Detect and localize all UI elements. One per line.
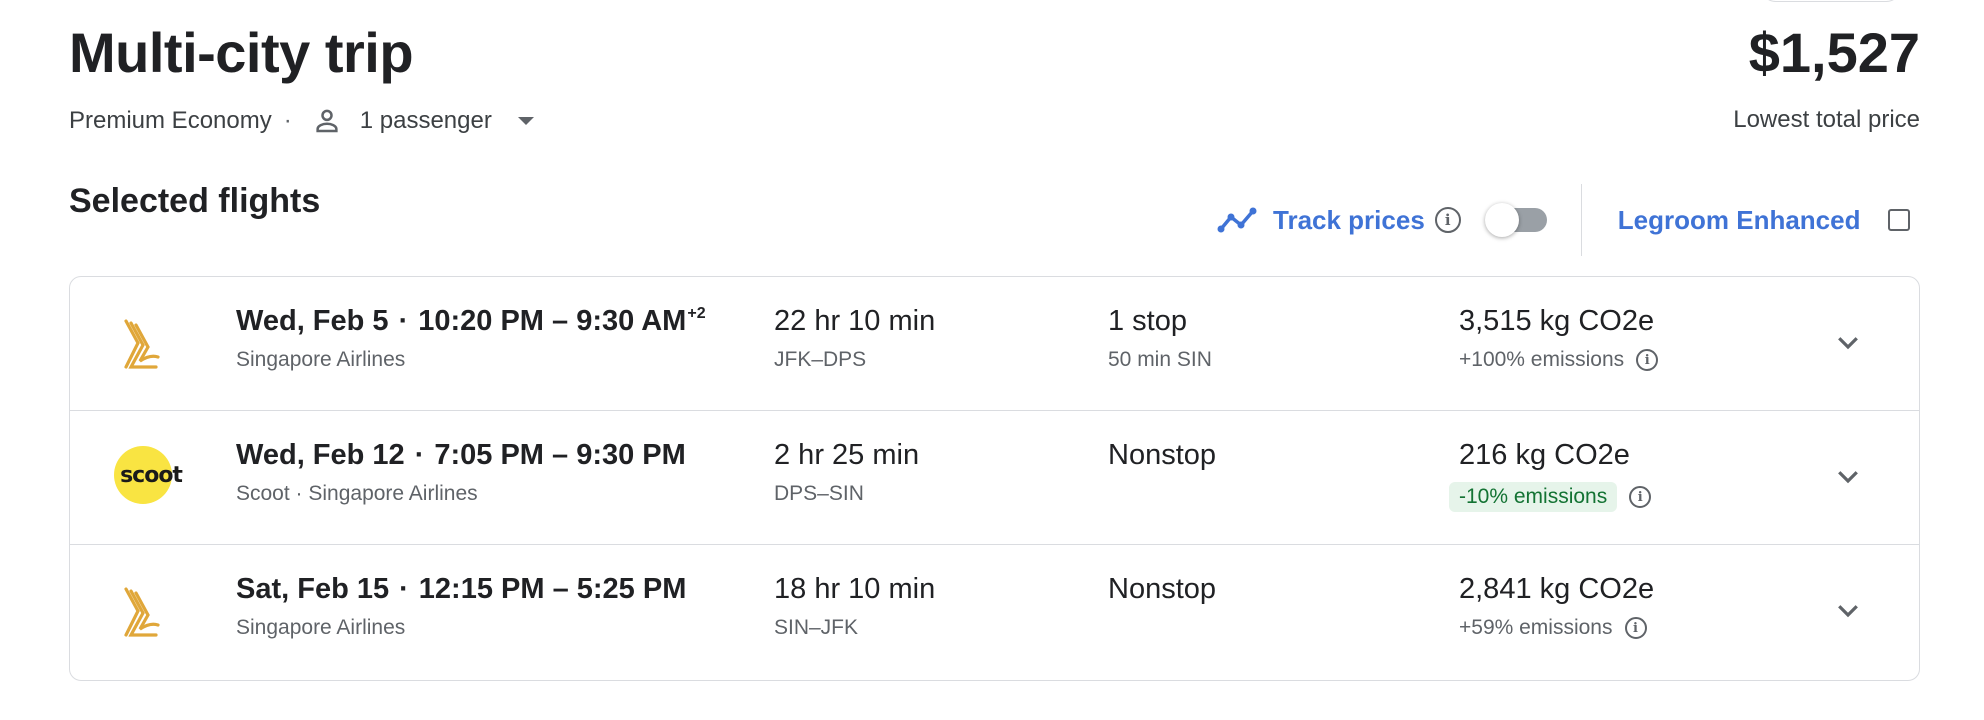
emissions-col: 2,841 kg CO2e +59% emissions i <box>1459 573 1654 640</box>
emissions-delta-wrap: -10% emissions i <box>1449 482 1652 512</box>
cabin-class: Premium Economy <box>69 107 272 134</box>
toggle-knob <box>1484 203 1519 237</box>
page: Multi-city trip Premium Economy · 1 pass… <box>0 0 1984 720</box>
separator-dot: · <box>283 107 292 134</box>
flight-duration: 22 hr 10 min <box>774 305 936 337</box>
person-icon <box>316 109 338 133</box>
flight-row[interactable]: Sat, Feb 15 · 12:15 PM – 5:25 PM Singapore… <box>70 545 1919 680</box>
flight-time-col: Wed, Feb 12 · 7:05 PM – 9:30 PM Scoot · Si… <box>236 439 686 506</box>
flight-time-col: Wed, Feb 5 · 10:20 PM – 9:30 AM+2 Singapor… <box>236 305 706 372</box>
flight-duration: 18 hr 10 min <box>774 573 936 605</box>
total-price: $1,527 <box>1748 21 1920 84</box>
scoot-logo-icon: scoot <box>114 446 183 504</box>
flight-row[interactable]: scoot Wed, Feb 12 · 7:05 PM – 9:30 PM Scoo… <box>70 411 1919 545</box>
flight-time-col: Sat, Feb 15 · 12:15 PM – 5:25 PM Singapore… <box>236 573 686 640</box>
dropdown-caret-icon <box>517 117 534 125</box>
emissions-col: 216 kg CO2e -10% emissions i <box>1449 439 1652 512</box>
stops-col: 1 stop 50 min SIN <box>1108 305 1212 372</box>
duration-col: 18 hr 10 min SIN–JFK <box>774 573 935 640</box>
info-icon[interactable]: i <box>1636 349 1659 371</box>
track-prices-label[interactable]: Track prices <box>1273 205 1425 236</box>
info-icon[interactable]: i <box>1629 486 1652 508</box>
flight-stops: Nonstop <box>1108 573 1217 605</box>
layover-info: 50 min SIN <box>1108 348 1212 371</box>
separator-dot: · <box>399 573 409 605</box>
emissions-delta-wrap: +59% emissions i <box>1459 616 1654 640</box>
chevron-down-icon[interactable] <box>1833 595 1863 625</box>
airline-name: Singapore Airlines <box>236 348 406 371</box>
passenger-selector[interactable]: 1 passenger <box>304 106 534 136</box>
top-partial-button[interactable] <box>1760 0 1902 2</box>
passenger-count: 1 passenger <box>359 107 492 134</box>
chevron-down-icon[interactable] <box>1833 327 1863 357</box>
separator-dot: · <box>414 439 425 471</box>
trip-options: Premium Economy · 1 passenger <box>69 106 534 136</box>
price-label: Lowest total price <box>1733 106 1920 133</box>
separator-dot: · <box>398 305 409 337</box>
flight-date-time: Wed, Feb 12 · 7:05 PM – 9:30 PM <box>236 439 686 472</box>
flight-stops: 1 stop <box>1108 305 1187 337</box>
flight-stops: Nonstop <box>1108 439 1217 471</box>
info-icon[interactable]: i <box>1624 617 1647 639</box>
flight-controls: Track prices i Legroom Enhanced <box>1215 184 1911 256</box>
section-title: Selected flights <box>69 182 321 220</box>
flight-duration: 2 hr 25 min <box>774 439 920 471</box>
singapore-airlines-logo-icon <box>124 587 160 637</box>
info-icon[interactable]: i <box>1434 207 1461 233</box>
flight-route: DPS–SIN <box>774 482 864 505</box>
divider <box>1580 184 1582 256</box>
emissions-delta: +100% emissions <box>1459 348 1625 371</box>
flight-date-time: Wed, Feb 5 · 10:20 PM – 9:30 AM+2 <box>236 305 706 338</box>
emissions-amount: 216 kg CO2e <box>1459 439 1630 471</box>
track-prices-toggle[interactable] <box>1484 203 1549 237</box>
emissions-amount: 3,515 kg CO2e <box>1459 305 1655 337</box>
day-offset: +2 <box>687 305 706 322</box>
duration-col: 2 hr 25 min DPS–SIN <box>774 439 919 506</box>
flight-date-time: Sat, Feb 15 · 12:15 PM – 5:25 PM <box>236 573 686 606</box>
flight-date: Wed, Feb 12 <box>236 439 405 471</box>
chevron-down-icon[interactable] <box>1833 461 1863 491</box>
page-title: Multi-city trip <box>69 21 414 84</box>
duration-col: 22 hr 10 min JFK–DPS <box>774 305 935 372</box>
emissions-delta: +59% emissions <box>1459 616 1613 639</box>
scoot-logo-text: scoot <box>120 462 183 488</box>
legroom-enhanced-label[interactable]: Legroom Enhanced <box>1618 205 1861 236</box>
stops-col: Nonstop <box>1108 439 1216 472</box>
flight-times: 12:15 PM – 5:25 PM <box>418 573 687 605</box>
trend-line-icon <box>1217 207 1257 233</box>
selected-flights-list: Wed, Feb 5 · 10:20 PM – 9:30 AM+2 Singapor… <box>69 276 1920 681</box>
emissions-delta-badge: -10% emissions <box>1449 482 1618 512</box>
flight-route: JFK–DPS <box>774 348 867 371</box>
flight-row[interactable]: Wed, Feb 5 · 10:20 PM – 9:30 AM+2 Singapor… <box>70 277 1919 411</box>
flight-date: Sat, Feb 15 <box>236 573 390 605</box>
flight-times: 10:20 PM – 9:30 AM <box>418 305 687 337</box>
emissions-amount: 2,841 kg CO2e <box>1459 573 1655 605</box>
emissions-delta-wrap: +100% emissions i <box>1459 348 1659 372</box>
legroom-enhanced-checkbox[interactable] <box>1888 209 1911 231</box>
emissions-col: 3,515 kg CO2e +100% emissions i <box>1459 305 1659 372</box>
flight-times: 7:05 PM – 9:30 PM <box>434 439 686 471</box>
singapore-airlines-logo-icon <box>124 319 160 369</box>
flight-route: SIN–JFK <box>774 616 859 639</box>
flight-date: Wed, Feb 5 <box>236 305 389 337</box>
airline-name: Singapore Airlines <box>236 616 406 639</box>
airline-name: Scoot · Singapore Airlines <box>236 482 478 505</box>
stops-col: Nonstop <box>1108 573 1216 606</box>
